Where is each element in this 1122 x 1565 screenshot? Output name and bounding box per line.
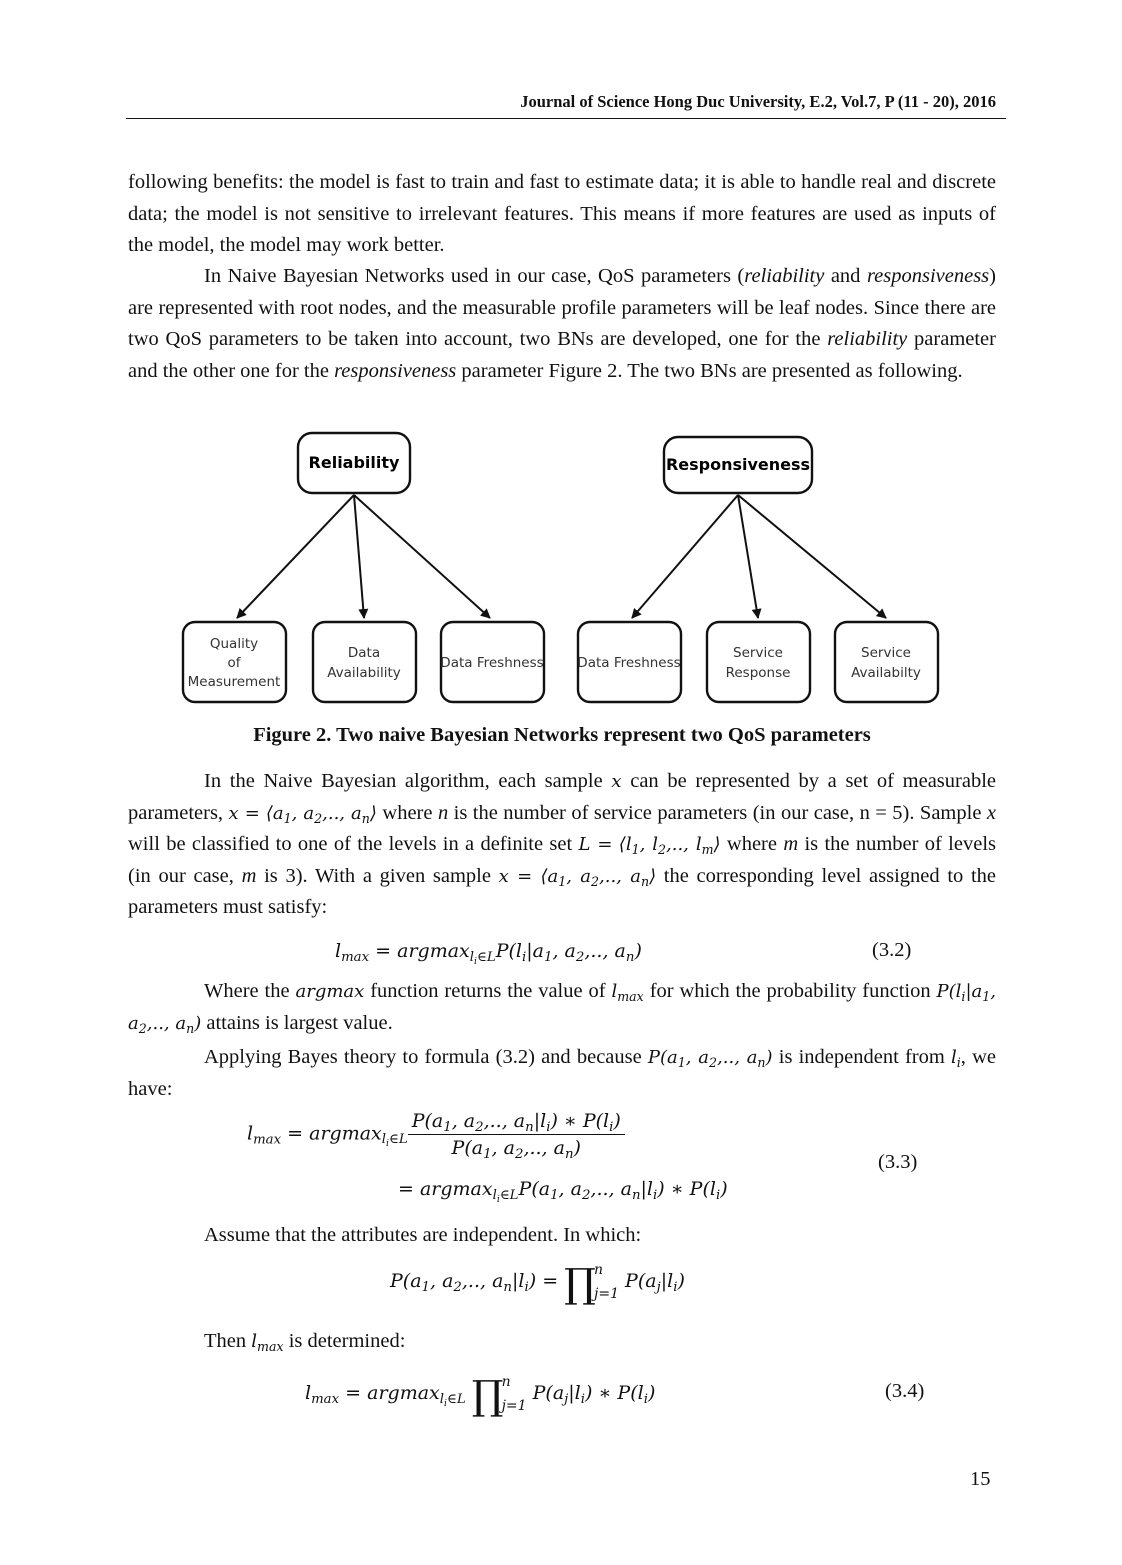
math-x: x xyxy=(611,771,622,792)
leaf-label: Data Freshness xyxy=(440,655,543,671)
math-lmax: lmax xyxy=(611,981,644,1004)
leaf-node-service-response xyxy=(705,620,812,704)
journal-header: Journal of Science Hong Duc University, … xyxy=(520,92,996,111)
text: where xyxy=(720,833,784,855)
equation-number: (3.4) xyxy=(885,1380,925,1402)
network-responsiveness: Responsiveness Data Freshness Service Re… xyxy=(576,435,940,704)
edge-arrow xyxy=(737,494,887,619)
text: Where the xyxy=(204,980,296,1002)
math-lmax: lmax xyxy=(251,1331,284,1354)
leaf-label: Availability xyxy=(327,665,401,681)
root-label: Responsiveness xyxy=(666,455,810,474)
math-m: m xyxy=(241,864,257,887)
math-joint-probability: P(a1, a2,.., an) xyxy=(647,1047,773,1070)
text: Applying Bayes theory to formula (3.2) a… xyxy=(204,1046,648,1068)
text: attains is largest value. xyxy=(201,1011,393,1034)
edge-arrow xyxy=(236,494,355,619)
edge-arrow xyxy=(631,494,739,619)
leaf-label: of xyxy=(227,655,241,671)
leaf-label: Service xyxy=(733,645,783,661)
math-li: li xyxy=(950,1047,961,1070)
text: is the number of service parameters (in … xyxy=(448,801,987,824)
product-limits: n j=1 xyxy=(501,1374,527,1414)
math-sample-vector: x = ⟨a1, a2,.., an⟩ xyxy=(228,802,377,826)
math-m: m xyxy=(783,833,799,855)
leaf-label: Quality xyxy=(210,636,258,652)
text: In the Naive Bayesian algorithm, each sa… xyxy=(204,770,612,792)
equation-3-3-line2: = argmaxli∈LP(a1, a2,.., an|li) ∗ P(li) xyxy=(398,1178,728,1205)
math-x: x xyxy=(986,801,996,824)
paragraph-naive-bayes-algorithm: In the Naive Bayesian algorithm, each sa… xyxy=(128,766,996,924)
leaf-label: Data Freshness xyxy=(577,655,680,671)
network-reliability: Reliability Quality of Measurement Data … xyxy=(181,431,546,704)
text: will be classified to one of the levels … xyxy=(128,833,579,855)
math-n: n xyxy=(437,801,449,824)
equation-3-3-line1: lmax = argmaxli∈L P(a1, a2,.., an|li) ∗ P… xyxy=(247,1110,625,1161)
product-limits: n j=1 xyxy=(594,1262,619,1302)
paragraph-naive-bayes-networks: In Naive Bayesian Networks used in our c… xyxy=(128,261,996,387)
math-L: L = xyxy=(578,834,613,855)
term-responsiveness: responsiveness xyxy=(334,359,457,382)
edge-arrow xyxy=(353,494,369,619)
equation-number: (3.2) xyxy=(872,939,912,961)
term-reliability: reliability xyxy=(827,328,908,350)
leaf-label: Measurement xyxy=(188,674,281,690)
header-rule xyxy=(126,118,1006,119)
leaf-node-data-availability xyxy=(311,620,418,704)
bayesian-networks-figure: Reliability Quality of Measurement Data … xyxy=(181,431,940,704)
text: and xyxy=(824,265,867,287)
page-number: 15 xyxy=(970,1468,991,1490)
equation-3-4: lmax = argmaxli∈L ∏ n j=1 P(aj|li) ∗ P(li) xyxy=(305,1370,655,1419)
figure-caption: Figure 2. Two naive Bayesian Networks re… xyxy=(253,724,871,746)
edge-arrow xyxy=(737,494,762,619)
product-symbol: ∏ xyxy=(471,1373,504,1419)
equation-independence: P(a1, a2,.., an|li) = ∏ n j=1 P(aj|li) xyxy=(390,1258,685,1307)
edge-arrow xyxy=(353,494,491,619)
text: for which the probability function xyxy=(643,980,937,1002)
term-responsiveness: responsiveness xyxy=(866,265,990,287)
text: In Naive Bayesian Networks used in our c… xyxy=(204,265,745,287)
paragraph-benefits: following benefits: the model is fast to… xyxy=(128,171,996,256)
paragraph-independence: Assume that the attributes are independe… xyxy=(204,1224,642,1246)
leaf-node-service-availability xyxy=(833,620,940,704)
root-label: Reliability xyxy=(309,453,400,472)
text: Then xyxy=(204,1330,252,1352)
paragraph-argmax: Where the argmax function returns the va… xyxy=(128,976,996,1039)
paragraph-lmax-determined: Then lmax is determined: xyxy=(204,1326,994,1358)
text: is determined: xyxy=(283,1330,406,1352)
text: parameter Figure 2. The two BNs are pres… xyxy=(456,359,963,382)
leaf-label: Response xyxy=(726,665,791,681)
leaf-label: Service xyxy=(861,645,911,661)
equation-number: (3.3) xyxy=(878,1151,918,1173)
text: is 3). With a given sample xyxy=(256,864,499,887)
fraction: P(a1, a2,.., an|li) ∗ P(li) P(a1, a2,.., … xyxy=(407,1110,625,1161)
math-level-set: ⟨l1, l2,.., lm⟩ xyxy=(618,834,721,857)
text: function returns the value of xyxy=(364,980,612,1002)
paragraph-bayes-theory: Applying Bayes theory to formula (3.2) a… xyxy=(128,1042,996,1105)
math-argmax: argmax xyxy=(295,981,365,1002)
term-reliability: reliability xyxy=(744,265,825,287)
math-sample-vector: x = ⟨a1, a2,.., an⟩ xyxy=(498,865,657,889)
equation-3-2: lmax = argmaxli∈LP(li|a1, a2,.., an) xyxy=(335,940,642,967)
text: where xyxy=(376,801,438,824)
product-symbol: ∏ xyxy=(564,1261,597,1307)
leaf-label: Availabilty xyxy=(851,665,921,681)
text: is independent from xyxy=(772,1046,951,1068)
leaf-label: Data xyxy=(348,645,380,661)
